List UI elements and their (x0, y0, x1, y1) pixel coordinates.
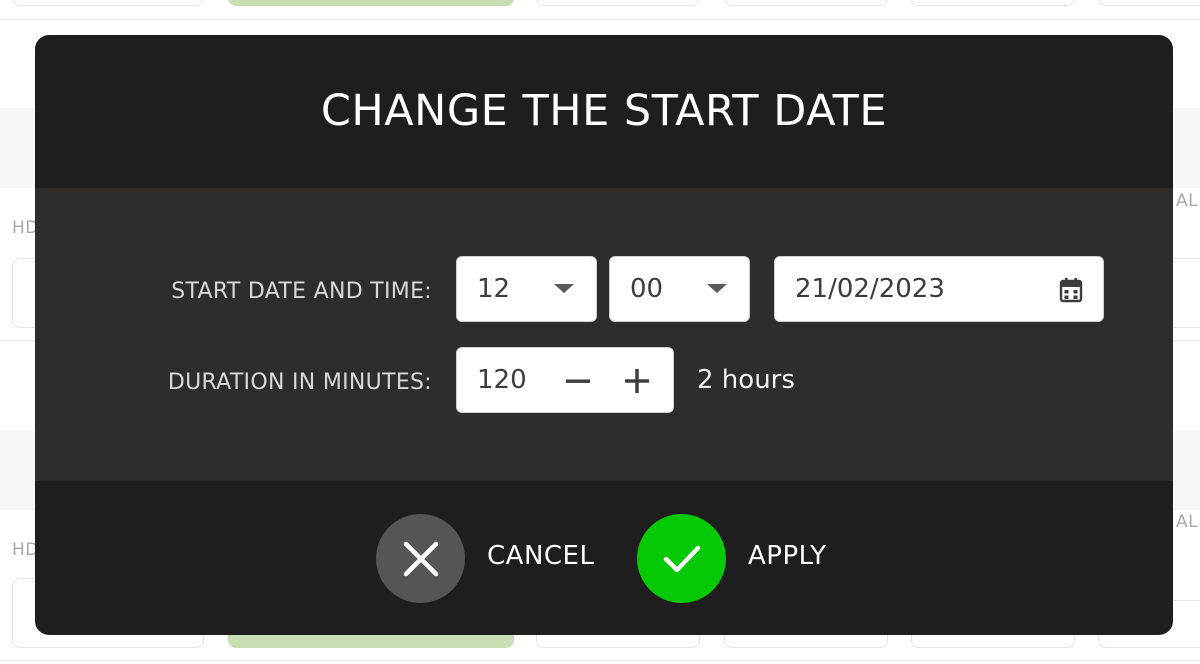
bg-field (724, 0, 888, 6)
dialog-footer: CANCEL APPLY (35, 481, 1173, 635)
minute-value: 00 (630, 274, 664, 304)
bg-field (1098, 0, 1200, 6)
close-icon (403, 541, 438, 576)
calendar-icon[interactable] (1059, 277, 1083, 310)
chevron-down-icon (554, 284, 574, 293)
minute-select[interactable]: 00 (609, 256, 750, 322)
bg-field (911, 0, 1075, 6)
bg-divider (0, 19, 1200, 20)
hour-value: 12 (477, 274, 511, 304)
bg-field (536, 0, 700, 6)
dialog-body: START DATE AND TIME: 12 00 21/02/2023 DU… (35, 188, 1173, 481)
duration-value[interactable]: 120 (477, 365, 527, 395)
dialog-header: CHANGE THE START DATE (35, 35, 1173, 188)
date-value: 21/02/2023 (795, 274, 945, 304)
cancel-button[interactable] (376, 514, 465, 603)
bg-divider (0, 660, 1200, 661)
minus-icon[interactable] (563, 366, 593, 396)
change-start-date-dialog: CHANGE THE START DATE START DATE AND TIM… (35, 35, 1173, 635)
hour-select[interactable]: 12 (456, 256, 597, 322)
duration-readable: 2 hours (697, 365, 795, 395)
start-date-label: START DATE AND TIME: (171, 279, 432, 304)
bg-field (12, 0, 204, 6)
check-icon (663, 545, 700, 572)
chevron-down-icon (707, 284, 727, 293)
plus-icon[interactable] (622, 366, 652, 396)
apply-label[interactable]: APPLY (748, 541, 827, 571)
cancel-label[interactable]: CANCEL (487, 541, 594, 571)
bg-right-label: AL (1176, 191, 1199, 211)
apply-button[interactable] (637, 514, 726, 603)
date-input[interactable]: 21/02/2023 (774, 256, 1104, 322)
bg-right-label: AL (1176, 512, 1199, 532)
duration-label: DURATION IN MINUTES: (167, 370, 432, 395)
dialog-title: CHANGE THE START DATE (320, 85, 888, 136)
duration-stepper[interactable]: 120 (456, 347, 674, 413)
bg-active-button (228, 0, 514, 6)
